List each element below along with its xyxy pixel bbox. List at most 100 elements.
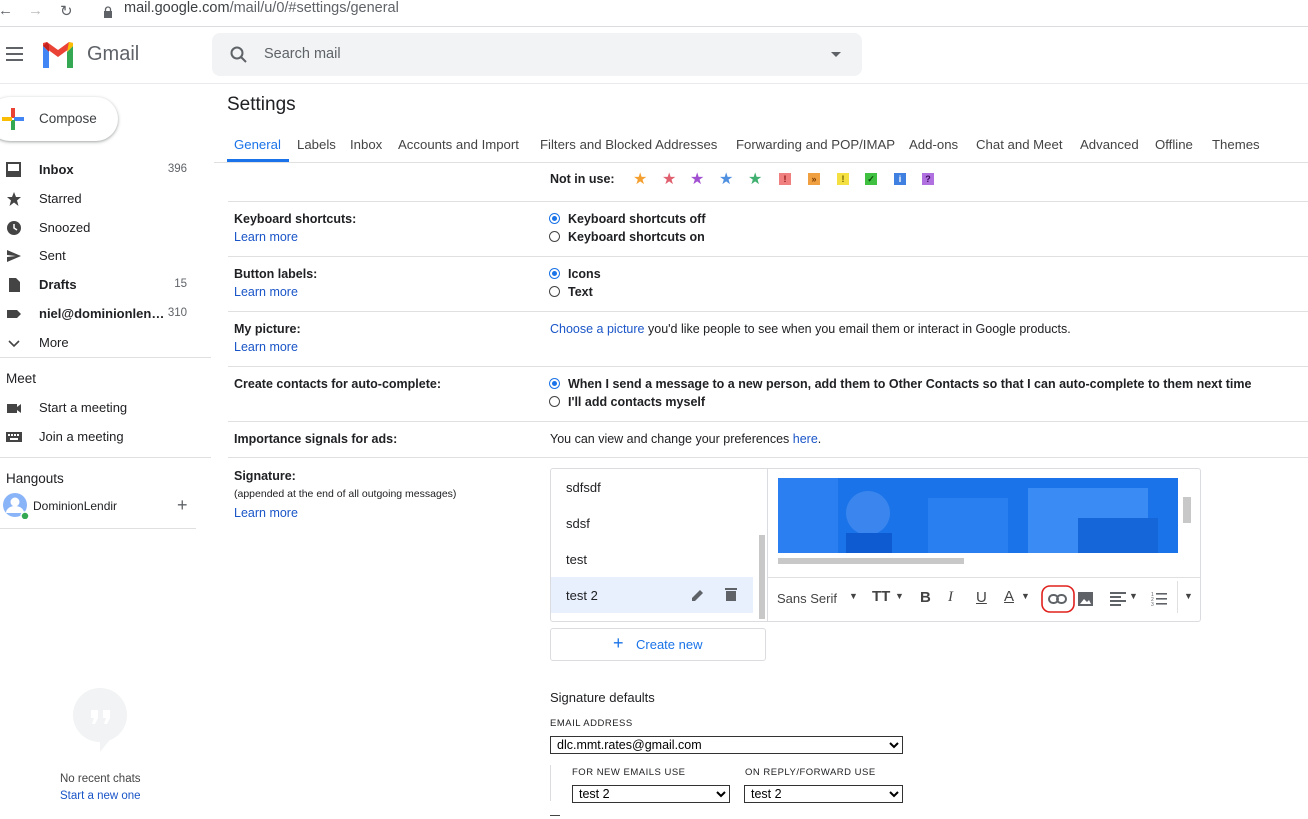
bold-icon[interactable]: B xyxy=(920,589,931,606)
tab-offline[interactable]: Offline xyxy=(1155,137,1193,152)
keyboard-off-option[interactable]: Keyboard shortcuts off xyxy=(549,212,706,226)
editor-horizontal-scrollbar[interactable] xyxy=(778,558,964,564)
url-text[interactable]: mail.google.com/mail/u/0/#settings/gener… xyxy=(124,0,399,16)
sidebar-item-inbox[interactable]: Inbox 396 xyxy=(0,157,200,183)
text-color-dropdown-icon[interactable]: ▼ xyxy=(1021,591,1030,601)
radio-unselected[interactable] xyxy=(549,231,560,242)
checkbox-partial[interactable] xyxy=(550,815,560,819)
tab-advanced[interactable]: Advanced xyxy=(1080,137,1139,152)
forward-icon[interactable]: → xyxy=(28,2,43,19)
numbered-list-icon[interactable]: 1 2 3 xyxy=(1151,591,1167,606)
sidebar-item-starred[interactable]: Starred xyxy=(0,186,200,212)
button-labels-learn-more-link[interactable]: Learn more xyxy=(234,285,298,299)
create-new-signature-button[interactable]: + Create new xyxy=(550,628,766,661)
icons-option[interactable]: Icons xyxy=(549,267,601,281)
auto-add-contacts-option[interactable]: When I send a message to a new person, a… xyxy=(549,377,1251,391)
sidebar-item-sent[interactable]: Sent xyxy=(0,243,200,269)
join-meeting-item[interactable]: Join a meeting xyxy=(0,424,200,450)
text-color-icon[interactable]: A xyxy=(1004,588,1014,605)
font-dropdown-icon[interactable]: ▼ xyxy=(849,591,858,601)
manual-contacts-option[interactable]: I'll add contacts myself xyxy=(549,395,705,409)
purple-star-icon[interactable]: ★ xyxy=(690,169,704,189)
signature-learn-more-link[interactable]: Learn more xyxy=(234,506,298,520)
browser-address-bar: ← → ↻ mail.google.com/mail/u/0/#settings… xyxy=(0,0,1308,27)
reply-forward-signature-select[interactable]: test 2 xyxy=(744,785,903,803)
underline-icon[interactable]: U xyxy=(976,589,987,606)
start-new-chat-link[interactable]: Start a new one xyxy=(60,790,141,802)
sidebar-item-more[interactable]: More xyxy=(0,330,200,356)
tab-accounts-import[interactable]: Accounts and Import xyxy=(398,137,519,152)
plus-icon: + xyxy=(613,633,624,653)
red-bang-icon[interactable]: ! xyxy=(779,173,791,185)
tab-labels[interactable]: Labels xyxy=(297,137,336,152)
back-icon[interactable]: ← xyxy=(0,2,13,19)
start-meeting-item[interactable]: Start a meeting xyxy=(0,395,200,421)
red-star-icon[interactable]: ★ xyxy=(662,169,676,189)
align-dropdown-icon[interactable]: ▼ xyxy=(1129,591,1138,601)
signature-list: sdfsdf sdsf test test 2 xyxy=(551,469,768,621)
radio-unselected[interactable] xyxy=(549,396,560,407)
search-bar[interactable]: Search mail xyxy=(212,33,862,76)
preferences-here-link[interactable]: here xyxy=(793,432,818,446)
compose-button[interactable]: Compose xyxy=(0,97,118,141)
email-address-select[interactable]: dlc.mmt.rates@gmail.com xyxy=(550,736,903,754)
main-menu-icon[interactable] xyxy=(6,47,24,61)
sidebar-item-snoozed[interactable]: Snoozed xyxy=(0,215,200,241)
green-star-icon[interactable]: ★ xyxy=(748,169,762,189)
font-family-select[interactable]: Sans Serif xyxy=(777,591,837,606)
more-formatting-icon[interactable]: ▼ xyxy=(1184,591,1193,601)
tab-addons[interactable]: Add-ons xyxy=(909,137,958,152)
my-picture-learn-more-link[interactable]: Learn more xyxy=(234,340,298,354)
insert-image-icon[interactable] xyxy=(1078,592,1093,606)
add-chat-icon[interactable]: + xyxy=(177,495,188,516)
keyboard-on-option[interactable]: Keyboard shortcuts on xyxy=(549,230,705,244)
text-size-icon[interactable]: ТT xyxy=(872,588,890,605)
text-option[interactable]: Text xyxy=(549,285,593,299)
editor-vertical-scrollbar[interactable] xyxy=(1183,497,1191,523)
row-divider xyxy=(228,457,1308,458)
reload-icon[interactable]: ↻ xyxy=(60,2,73,20)
tab-filters[interactable]: Filters and Blocked Addresses xyxy=(540,137,717,152)
sidebar-item-label-niel[interactable]: niel@dominionlen… 310 xyxy=(0,301,200,327)
orange-star-icon[interactable]: ★ xyxy=(633,169,647,189)
choose-picture-link[interactable]: Choose a picture xyxy=(550,322,645,336)
yellow-bang-icon[interactable]: ! xyxy=(837,173,849,185)
green-check-icon[interactable]: ✓ xyxy=(865,173,877,185)
edit-pencil-icon[interactable] xyxy=(691,588,705,602)
sidebar-item-drafts[interactable]: Drafts 15 xyxy=(0,272,200,298)
reply-forward-caption: ON REPLY/FORWARD USE xyxy=(745,767,876,778)
radio-unselected[interactable] xyxy=(549,286,560,297)
new-emails-signature-select[interactable]: test 2 xyxy=(572,785,730,803)
search-options-icon[interactable] xyxy=(831,52,841,58)
search-icon[interactable] xyxy=(230,46,248,64)
tab-general[interactable]: General xyxy=(234,137,281,152)
signature-item[interactable]: sdfsdf xyxy=(551,469,753,505)
signature-item[interactable]: test xyxy=(551,541,753,577)
signature-list-scrollbar[interactable] xyxy=(759,535,765,619)
tab-forwarding[interactable]: Forwarding and POP/IMAP xyxy=(736,137,895,152)
gmail-logo-icon[interactable] xyxy=(41,42,75,68)
blue-star-icon[interactable]: ★ xyxy=(719,169,733,189)
search-input[interactable]: Search mail xyxy=(264,46,341,62)
tab-chat-meet[interactable]: Chat and Meet xyxy=(976,137,1063,152)
text-size-dropdown-icon[interactable]: ▼ xyxy=(895,591,904,601)
insert-link-icon[interactable] xyxy=(1041,585,1075,613)
signature-image[interactable] xyxy=(778,478,1178,553)
settings-tabs: General Labels Inbox Accounts and Import… xyxy=(214,128,1308,163)
tab-themes[interactable]: Themes xyxy=(1212,137,1260,152)
italic-icon[interactable]: I xyxy=(948,589,953,606)
radio-selected[interactable] xyxy=(549,268,560,279)
blue-info-icon[interactable]: i xyxy=(894,173,906,185)
signature-item[interactable]: sdsf xyxy=(551,505,753,541)
inbox-icon xyxy=(6,162,21,177)
delete-trash-icon[interactable] xyxy=(725,587,737,601)
radio-selected[interactable] xyxy=(549,213,560,224)
signature-item-selected[interactable]: test 2 xyxy=(551,577,753,613)
align-left-icon[interactable] xyxy=(1110,592,1126,606)
purple-question-icon[interactable]: ? xyxy=(922,173,934,185)
radio-selected[interactable] xyxy=(549,378,560,389)
orange-guillemet-icon[interactable]: » xyxy=(808,173,820,185)
keyboard-learn-more-link[interactable]: Learn more xyxy=(234,230,298,244)
tab-inbox[interactable]: Inbox xyxy=(350,137,382,152)
hangouts-user[interactable]: DominionLendir + xyxy=(0,492,200,520)
